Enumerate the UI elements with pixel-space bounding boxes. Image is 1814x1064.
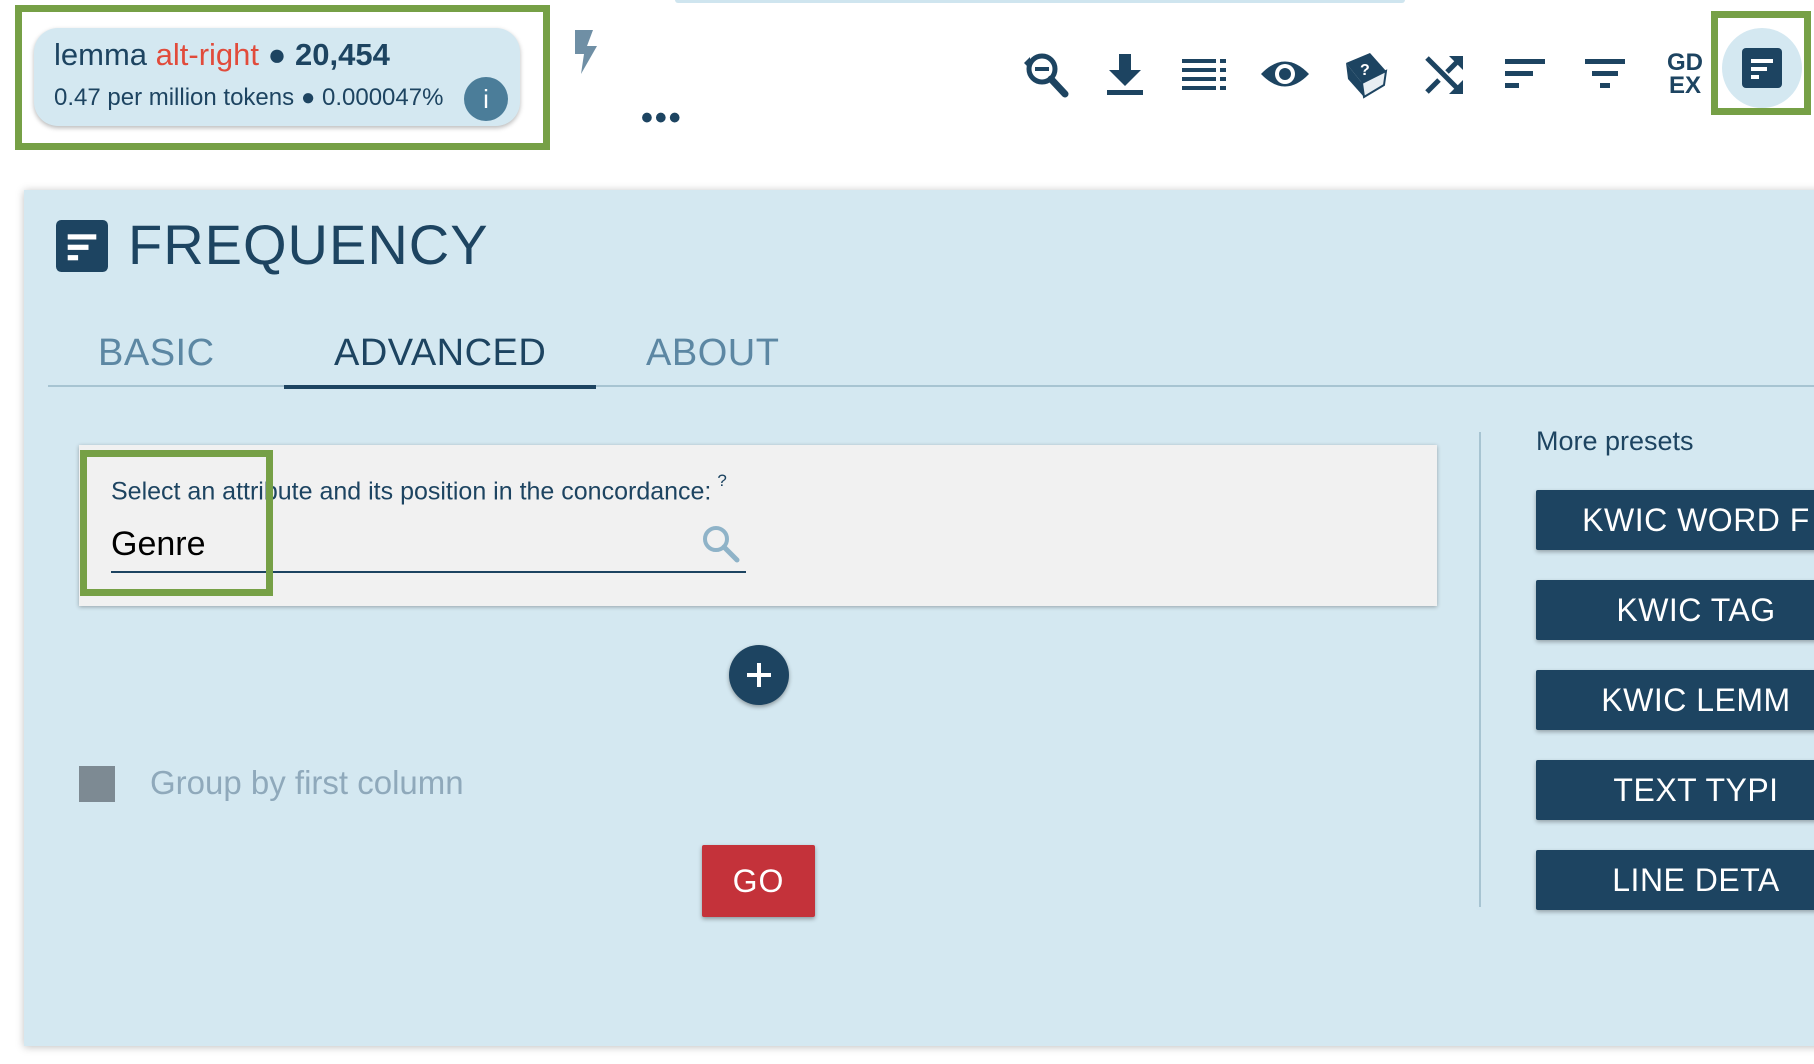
sort-icon[interactable]	[1497, 46, 1553, 102]
plus-icon	[747, 663, 771, 687]
more-icon[interactable]: •••	[641, 101, 683, 135]
search-icon[interactable]	[700, 523, 740, 563]
gdex-label-bottom: EX	[1668, 72, 1701, 99]
hit-count: 20,454	[295, 37, 390, 72]
tab-about[interactable]: ABOUT	[596, 325, 829, 385]
separator-dot: ●	[300, 84, 316, 111]
panel-title: FREQUENCY	[128, 213, 489, 276]
tab-advanced[interactable]: ADVANCED	[284, 325, 597, 389]
percent: 0.000047%	[321, 84, 444, 111]
frequency-button[interactable]	[1722, 28, 1802, 108]
preset-kwic-word[interactable]: KWIC WORD F	[1536, 490, 1814, 550]
tab-basic[interactable]: BASIC	[48, 325, 265, 385]
search-minus-icon[interactable]	[1017, 46, 1073, 102]
filter-icon[interactable]	[1577, 46, 1633, 102]
frequency-icon	[1742, 48, 1782, 88]
preset-text-type[interactable]: TEXT TYPI	[1536, 760, 1814, 820]
separator-dot: ●	[267, 37, 287, 72]
result-summary-chip: lemma alt-right ● 20,454 0.47 per millio…	[34, 28, 520, 126]
group-by-checkbox[interactable]	[79, 766, 115, 802]
attribute-card: Select an attribute and its position in …	[79, 445, 1437, 606]
frequency-panel: FREQUENCY BASIC ADVANCED ABOUT Select an…	[24, 190, 1814, 1046]
tab-bar: BASIC ADVANCED ABOUT	[48, 325, 1814, 389]
eye-icon[interactable]	[1257, 46, 1313, 102]
attribute-input[interactable]	[111, 521, 671, 567]
preset-line-details[interactable]: LINE DETA	[1536, 850, 1814, 910]
download-icon[interactable]	[1097, 46, 1153, 102]
view-list-icon[interactable]	[1177, 46, 1233, 102]
add-attribute-button[interactable]	[729, 645, 789, 705]
svg-text:?: ?	[1360, 62, 1370, 79]
random-dice-icon[interactable]: ?	[1337, 46, 1393, 102]
attribute-name: lemma	[54, 37, 148, 72]
result-headline: lemma alt-right ● 20,454	[54, 37, 390, 73]
go-button[interactable]: GO	[702, 845, 815, 917]
attribute-label: Select an attribute and its position in …	[111, 471, 727, 506]
result-stats: 0.47 per million tokens ● 0.000047%	[54, 84, 443, 112]
shuffle-icon[interactable]	[1417, 46, 1473, 102]
gdex-icon[interactable]: GD EX	[1657, 46, 1713, 102]
vertical-divider	[1479, 432, 1481, 907]
frequency-icon	[56, 220, 108, 272]
top-progress-bar	[675, 0, 1405, 3]
attribute-field	[111, 521, 746, 573]
attribute-value: alt-right	[155, 37, 260, 72]
bolt-icon[interactable]	[571, 28, 601, 76]
help-icon[interactable]: ?	[717, 471, 726, 490]
info-icon[interactable]: i	[464, 77, 508, 121]
group-by-label: Group by first column	[150, 764, 464, 801]
preset-kwic-tag[interactable]: KWIC TAG	[1536, 580, 1814, 640]
presets-title: More presets	[1536, 426, 1694, 456]
preset-kwic-lemma[interactable]: KWIC LEMM	[1536, 670, 1814, 730]
per-million: 0.47 per million tokens	[54, 84, 295, 111]
